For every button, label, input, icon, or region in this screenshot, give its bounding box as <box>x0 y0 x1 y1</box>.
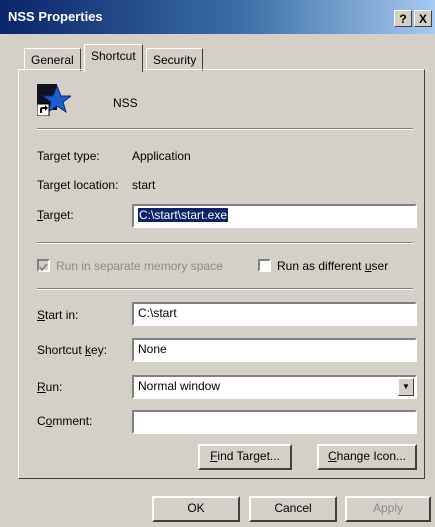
shortcut-tab-panel: NSS Target type: Application Target loca… <box>18 69 425 479</box>
properties-window: NSS Properties ? X General Shortcut Secu… <box>0 0 435 527</box>
app-name: NSS <box>113 96 138 110</box>
run-as-different-user-checkbox[interactable] <box>258 259 271 272</box>
separator <box>37 128 413 130</box>
target-label: Target: <box>37 208 74 222</box>
apply-button[interactable]: Apply <box>345 496 431 522</box>
target-field[interactable]: C:\start\start.exe <box>132 204 417 228</box>
target-location-label: Target location: <box>37 178 119 192</box>
title-bar[interactable]: NSS Properties ? X <box>0 0 435 34</box>
target-type-label: Target type: <box>37 149 100 163</box>
run-label: Run: <box>37 380 63 394</box>
separate-memory-label: Run in separate memory space <box>56 259 223 273</box>
start-in-label: Start in: <box>37 308 79 322</box>
separator <box>37 242 413 244</box>
help-button[interactable]: ? <box>394 10 412 27</box>
target-location-value: start <box>132 178 156 192</box>
cancel-button[interactable]: Cancel <box>249 496 337 522</box>
find-target-button[interactable]: Find Target... <box>198 444 292 470</box>
close-button[interactable]: X <box>414 10 432 27</box>
checkmark-icon <box>39 263 48 272</box>
window-title: NSS Properties <box>8 9 103 24</box>
ok-button[interactable]: OK <box>152 496 240 522</box>
target-field-value: C:\start\start.exe <box>138 208 229 222</box>
change-icon-button[interactable]: Change Icon... <box>317 444 417 470</box>
shortcut-key-field[interactable]: None <box>132 338 417 362</box>
tab-general[interactable]: General <box>24 48 81 71</box>
start-in-field[interactable]: C:\start <box>132 302 417 326</box>
comment-field[interactable] <box>132 410 417 434</box>
target-type-value: Application <box>132 149 191 163</box>
separator <box>37 288 413 290</box>
separate-memory-checkbox[interactable] <box>37 259 50 272</box>
shortcut-star-icon <box>37 84 71 116</box>
chevron-down-icon[interactable]: ▼ <box>398 378 414 396</box>
tab-shortcut[interactable]: Shortcut <box>84 44 143 72</box>
run-select-value: Normal window <box>138 379 221 393</box>
comment-label: Comment: <box>37 414 93 428</box>
run-as-different-user-label: Run as different user <box>277 259 389 273</box>
shortcut-key-label: Shortcut key: <box>37 343 108 357</box>
tab-security[interactable]: Security <box>146 48 204 71</box>
run-select[interactable]: Normal window ▼ <box>132 375 417 399</box>
